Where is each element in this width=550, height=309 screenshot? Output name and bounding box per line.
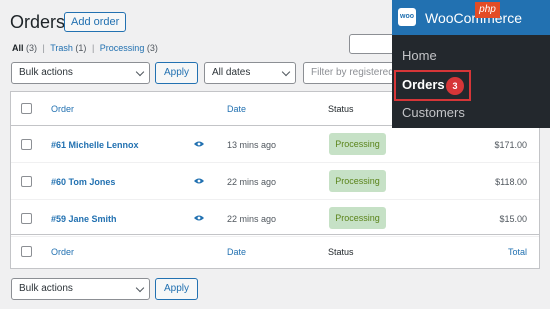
view-processing-count: (3) <box>146 43 158 53</box>
view-filters: All (3) | Trash (1) | Processing (3) <box>12 43 158 53</box>
column-status: Status <box>328 104 354 114</box>
table-row[interactable]: #61 Michelle Lennox 13 mins ago Processi… <box>11 126 539 163</box>
view-trash[interactable]: Trash <box>50 43 73 53</box>
bulk-actions-select-top[interactable]: Bulk actions <box>11 62 150 84</box>
row-checkbox[interactable] <box>21 139 32 150</box>
column-date[interactable]: Date <box>227 247 246 257</box>
bulk-actions-value: Bulk actions <box>19 67 73 78</box>
chevron-down-icon <box>135 67 145 77</box>
order-total: $118.00 <box>495 177 527 187</box>
add-order-button[interactable]: Add order <box>64 12 127 32</box>
preview-eye-icon[interactable] <box>194 178 204 184</box>
order-date: 22 mins ago <box>227 177 277 187</box>
order-date: 22 mins ago <box>227 214 277 224</box>
order-link[interactable]: #61 Michelle Lennox <box>51 140 139 150</box>
apply-button-bottom[interactable]: Apply <box>155 278 199 300</box>
status-badge: Processing <box>329 207 386 229</box>
table-row[interactable]: #60 Tom Jones 22 mins ago Processing $11… <box>11 163 539 200</box>
select-all-checkbox[interactable] <box>21 246 32 257</box>
page-title: Orders <box>10 12 66 32</box>
woo-logo: woo <box>398 8 416 26</box>
row-checkbox[interactable] <box>21 213 32 224</box>
woocommerce-title: WooCommerce <box>425 10 522 26</box>
status-badge: Processing <box>329 170 386 192</box>
date-filter-value: All dates <box>212 67 251 78</box>
bulk-actions-select-bottom[interactable]: Bulk actions <box>11 278 150 300</box>
chevron-down-icon <box>281 67 291 77</box>
view-all-count: (3) <box>26 43 38 53</box>
select-all-checkbox[interactable] <box>21 103 32 114</box>
woocommerce-menu: woo WooCommerce Home Customers <box>392 0 550 128</box>
preview-eye-icon[interactable] <box>194 141 204 147</box>
chevron-down-icon <box>135 283 145 293</box>
order-date: 13 mins ago <box>227 140 277 150</box>
apply-button-top[interactable]: Apply <box>155 62 199 84</box>
woocommerce-menu-header[interactable]: woo WooCommerce <box>392 0 550 35</box>
view-all[interactable]: All <box>12 43 24 53</box>
menu-item-orders[interactable]: Orders <box>402 77 445 92</box>
customer-filter-input[interactable]: Filter by registered c <box>303 62 399 84</box>
table-row[interactable]: #59 Jane Smith 22 mins ago Processing $1… <box>11 200 539 237</box>
menu-item-home[interactable]: Home <box>402 48 437 63</box>
orders-count-badge: 3 <box>446 77 464 95</box>
order-link[interactable]: #59 Jane Smith <box>51 214 117 224</box>
preview-eye-icon[interactable] <box>194 215 204 221</box>
column-order[interactable]: Order <box>51 104 74 114</box>
order-total: $15.00 <box>499 214 527 224</box>
table-footer: Order Date Status Total <box>11 234 539 268</box>
column-order[interactable]: Order <box>51 247 74 257</box>
row-checkbox[interactable] <box>21 176 32 187</box>
view-trash-count: (1) <box>75 43 87 53</box>
status-badge: Processing <box>329 133 386 155</box>
column-status: Status <box>328 247 354 257</box>
php-badge: php <box>475 2 500 18</box>
order-total: $171.00 <box>494 140 527 150</box>
separator: | <box>91 43 95 53</box>
bulk-actions-value: Bulk actions <box>19 283 73 294</box>
separator: | <box>42 43 45 53</box>
date-filter-select[interactable]: All dates <box>204 62 296 84</box>
order-link[interactable]: #60 Tom Jones <box>51 177 115 187</box>
column-date[interactable]: Date <box>227 104 246 114</box>
column-total[interactable]: Total <box>508 247 527 257</box>
menu-item-customers[interactable]: Customers <box>402 105 465 120</box>
view-processing[interactable]: Processing <box>100 43 145 53</box>
